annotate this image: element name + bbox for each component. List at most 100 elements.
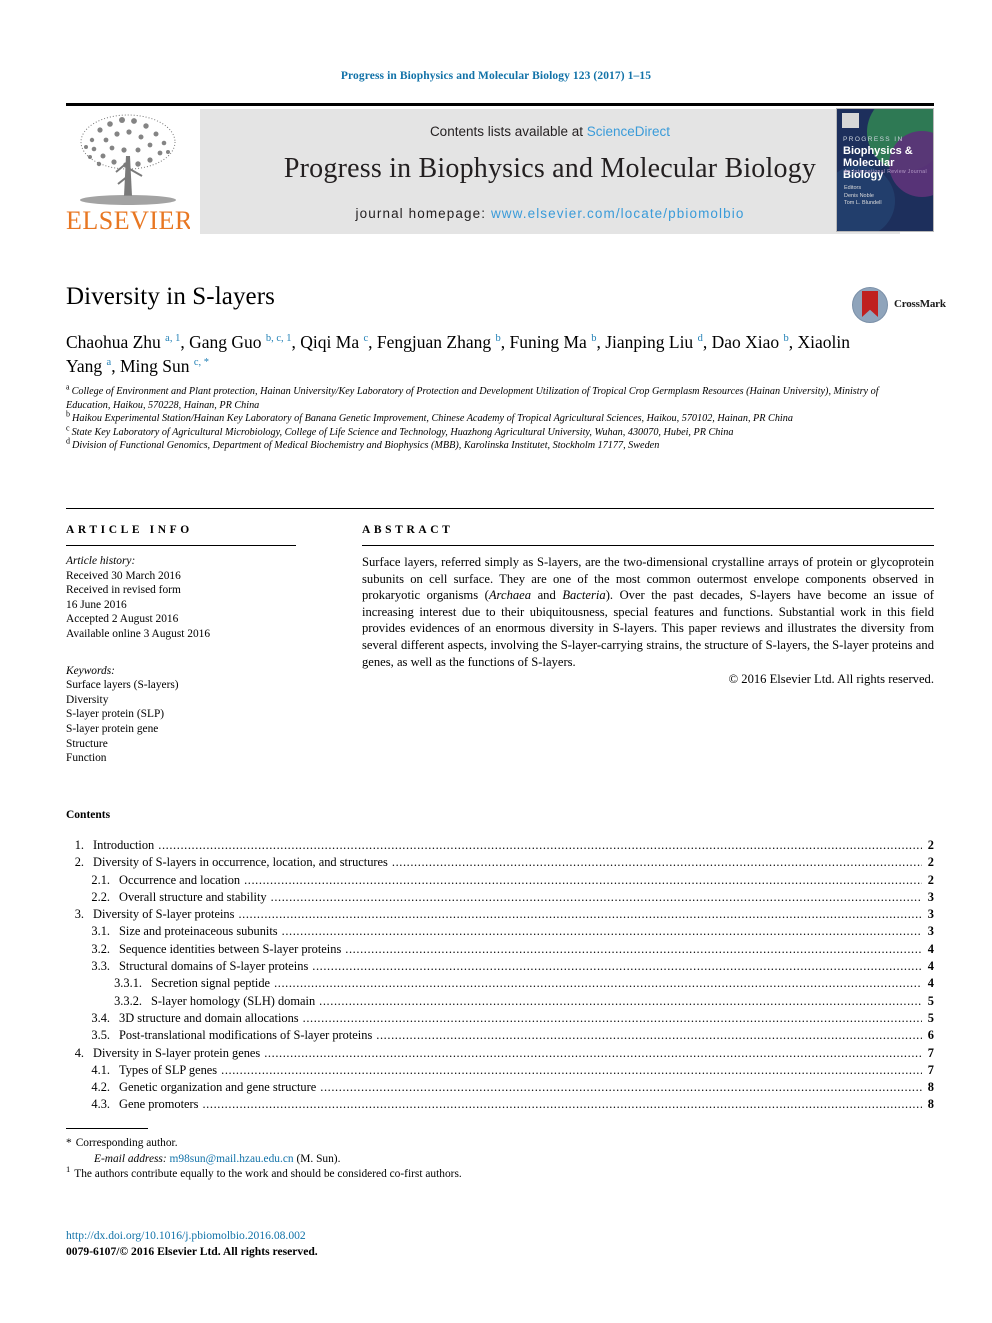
abstract-text: Surface layers, referred simply as S-lay… — [362, 554, 934, 670]
history-item: 16 June 2016 — [66, 598, 127, 611]
toc-entry-number: 4. — [74, 1045, 84, 1060]
toc-entry[interactable]: 2. Diversity of S-layers in occurrence, l… — [66, 855, 934, 872]
toc-leader-dots: ........................................… — [274, 976, 922, 991]
toc-entry[interactable]: 3.1. Size and proteinaceous subunits.....… — [66, 924, 934, 941]
toc-entry-page: 4 — [927, 959, 934, 974]
affiliation-item: c State Key Laboratory of Agricultural M… — [66, 424, 896, 440]
toc-entry[interactable]: 3.2. Sequence identities between S-layer … — [66, 942, 934, 959]
page-title: Diversity in S-layers — [66, 283, 276, 310]
crossmark-badge[interactable]: CrossMark — [852, 285, 946, 325]
toc-entry-number: 3. — [74, 907, 84, 922]
toc-entry-label: Gene promoters — [119, 1097, 199, 1112]
history-item: Received in revised form — [66, 584, 181, 597]
toc-entry[interactable]: 1. Introduction..........................… — [66, 838, 934, 855]
author-list: Chaohua Zhu a, 1, Gang Guo b, c, 1, Qiqi… — [66, 332, 850, 376]
journal-homepage-link[interactable]: www.elsevier.com/locate/pbiomolbio — [491, 206, 745, 221]
toc-leader-dots: ........................................… — [302, 1010, 922, 1025]
toc-entry[interactable]: 4.3. Gene promoters......................… — [66, 1097, 934, 1114]
article-history-label: Article history: — [66, 555, 136, 567]
toc-entry[interactable]: 3. Diversity of S-layer proteins.........… — [66, 907, 934, 924]
keyword-item: S-layer protein gene — [66, 722, 159, 735]
footnote-equal-contribution: 1 The authors contribute equally to the w… — [66, 1164, 536, 1183]
toc-entry-label: Structural domains of S-layer proteins — [119, 959, 309, 974]
homepage-prefix: journal homepage: — [355, 206, 491, 221]
toc-entry-label: Introduction — [93, 838, 155, 852]
sciencedirect-link[interactable]: ScienceDirect — [587, 124, 670, 139]
toc-leader-dots: ........................................… — [345, 941, 922, 956]
keyword-item: S-layer protein (SLP) — [66, 708, 165, 721]
toc-leader-dots: ........................................… — [319, 993, 922, 1008]
abstract-mid: and — [531, 588, 563, 603]
article-info-heading: ARTICLE INFO — [66, 524, 193, 536]
journal-homepage-line: journal homepage: www.elsevier.com/locat… — [200, 206, 900, 221]
footer-block: http://dx.doi.org/10.1016/j.pbiomolbio.2… — [66, 1228, 318, 1260]
toc-entry[interactable]: 3.3. Structural domains of S-layer protei… — [66, 959, 934, 976]
article-history-block: Article history: Received 30 March 2016 … — [66, 554, 296, 642]
contents-heading: Contents — [66, 809, 111, 821]
toc-entry-page: 5 — [927, 1010, 934, 1025]
abstract-italic-bacteria: Bacteria — [562, 588, 606, 603]
cover-line2: Biophysics & Molecular Biology — [843, 145, 933, 181]
article-info-column: ARTICLE INFO Article history: Received 3… — [66, 524, 296, 766]
toc-entry-number: 2. — [74, 855, 84, 870]
cover-editors: Editors Denis Noble Tom L. Blundell — [844, 185, 882, 206]
toc-entry-label: 3D structure and domain allocations — [119, 1010, 299, 1025]
abstract-rule — [362, 545, 934, 546]
toc-entry-number: 4.3. — [91, 1097, 110, 1112]
contents-available-line: Contents lists available at ScienceDirec… — [200, 124, 900, 139]
toc-entry-page: 3 — [927, 924, 934, 939]
toc-leader-dots: ........................................… — [281, 924, 922, 939]
toc-leader-dots: ........................................… — [264, 1045, 922, 1060]
toc-entry-label: Occurrence and location — [119, 872, 241, 887]
toc-entry[interactable]: 3.4. 3D structure and domain allocations.… — [66, 1011, 934, 1028]
toc-entry-number: 3.4. — [91, 1010, 110, 1025]
toc-entry-page: 3 — [927, 907, 934, 922]
asterisk-icon: * — [66, 1137, 72, 1149]
toc-entry-label: S-layer homology (SLH) domain — [151, 993, 316, 1008]
toc-entry[interactable]: 2.1. Occurrence and location.............… — [66, 873, 934, 890]
toc-entry[interactable]: 4. Diversity in S-layer protein genes....… — [66, 1046, 934, 1063]
toc-entry[interactable]: 3.5. Post-translational modifications of … — [66, 1028, 934, 1045]
affiliation-item: d Division of Functional Genomics, Depar… — [66, 437, 896, 453]
toc-entry-number: 1. — [74, 838, 84, 852]
toc-entry[interactable]: 3.3.1. Secretion signal peptide..........… — [66, 976, 934, 993]
abstract-copyright: © 2016 Elsevier Ltd. All rights reserved… — [728, 672, 934, 687]
keyword-item: Structure — [66, 737, 108, 750]
cover-tagline: An International Review Journal — [844, 169, 927, 175]
toc-entry[interactable]: 4.1. Types of SLP genes..................… — [66, 1063, 934, 1080]
affiliation-text: Division of Functional Genomics, Departm… — [72, 440, 660, 452]
toc-entry-number: 2.1. — [91, 872, 110, 887]
toc-entry-page: 5 — [927, 993, 934, 1008]
toc-entry-page: 2 — [927, 872, 934, 887]
footnote-marker-1: 1 — [66, 1164, 71, 1175]
toc-entry-page: 4 — [927, 941, 934, 956]
abstract-italic-archaea: Archaea — [488, 588, 532, 603]
toc-leader-dots: ........................................… — [158, 838, 922, 852]
corresponding-author-text: Corresponding author. — [75, 1137, 178, 1149]
toc-entry[interactable]: 3.3.2. S-layer homology (SLH) domain.....… — [66, 994, 934, 1011]
toc-entry-label: Secretion signal peptide — [151, 976, 271, 991]
affiliation-text: State Key Laboratory of Agricultural Mic… — [71, 426, 734, 438]
email-address-link[interactable]: m98sun@mail.hzau.edu.cn — [170, 1153, 294, 1165]
toc-entry[interactable]: 4.2. Genetic organization and gene struct… — [66, 1080, 934, 1097]
toc-entry-number: 3.3.2. — [114, 993, 142, 1008]
keyword-item: Function — [66, 752, 107, 765]
keyword-item: Surface layers (S-layers) — [66, 679, 179, 692]
toc-entry-label: Diversity in S-layer protein genes — [93, 1045, 261, 1060]
history-item: Received 30 March 2016 — [66, 569, 181, 582]
toc-entry[interactable]: 2.2. Overall structure and stability.....… — [66, 890, 934, 907]
toc-entry-page: 3 — [927, 889, 934, 904]
cover-elsevier-mark-icon — [842, 113, 859, 128]
cover-line2-a: Biophysics & — [843, 145, 913, 157]
doi-link[interactable]: http://dx.doi.org/10.1016/j.pbiomolbio.2… — [66, 1228, 318, 1244]
toc-entry-number: 3.1. — [91, 924, 110, 939]
paper-page: Progress in Biophysics and Molecular Bio… — [0, 0, 992, 1323]
toc-entry-page: 2 — [927, 838, 934, 852]
contents-available-prefix: Contents lists available at — [429, 124, 587, 139]
toc-entry-label: Sequence identities between S-layer prot… — [119, 941, 342, 956]
toc-entry-number: 3.3. — [91, 959, 110, 974]
toc-entry-number: 2.2. — [91, 889, 110, 904]
footnote-rule — [66, 1128, 148, 1129]
toc-entry-number: 4.1. — [91, 1062, 110, 1077]
affiliation-text: Haikou Experimental Station/Hainan Key L… — [72, 413, 793, 425]
